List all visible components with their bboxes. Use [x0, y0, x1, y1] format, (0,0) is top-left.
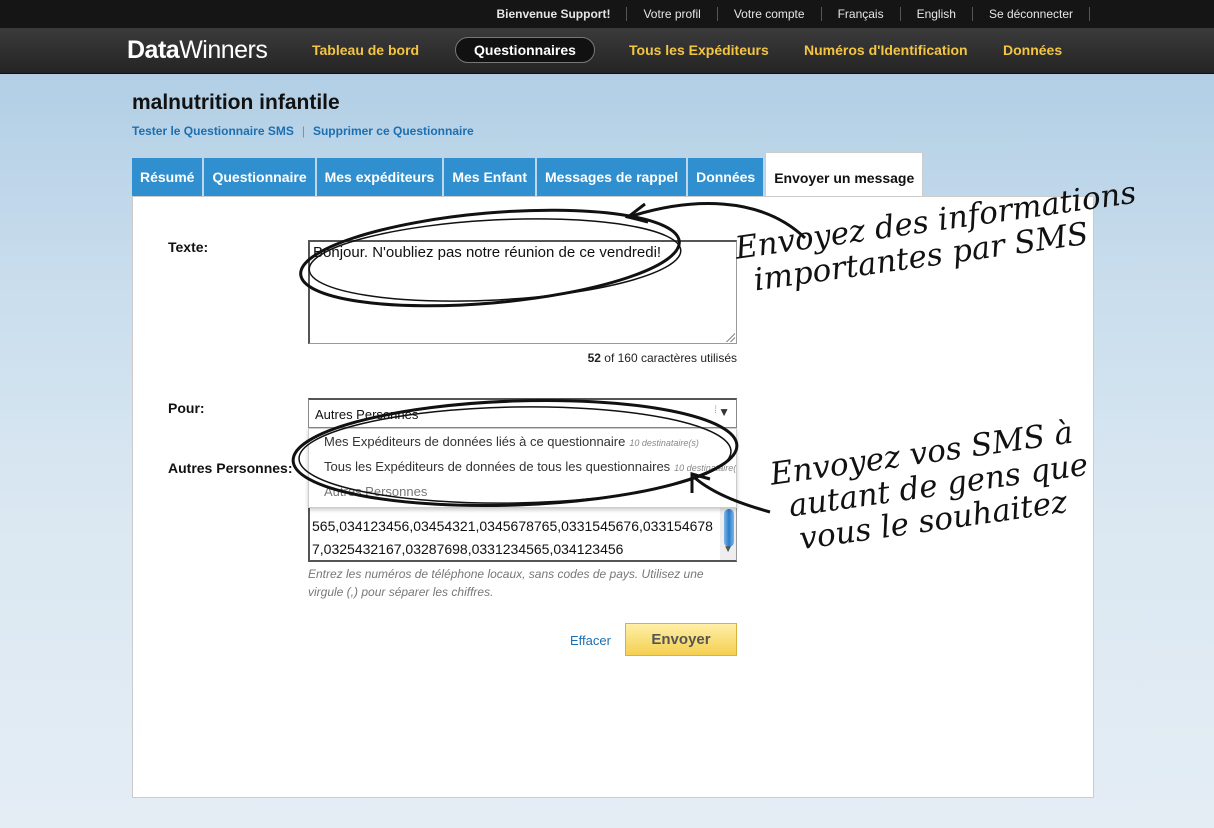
recipient-select[interactable]: Autres Personnes ⁞ ▼ [308, 398, 737, 428]
to-label: Pour: [168, 400, 205, 416]
tab-my-senders[interactable]: Mes expéditeurs [316, 158, 443, 196]
nav-data[interactable]: Données [1003, 37, 1062, 63]
tab-questionnaire[interactable]: Questionnaire [204, 158, 315, 196]
resize-handle[interactable] [725, 332, 735, 342]
nav-questionnaires[interactable]: Questionnaires [455, 37, 595, 63]
main-nav: DataWinners Tableau de bord Questionnair… [0, 28, 1214, 74]
option-all-senders[interactable]: Tous les Expéditeurs de données de tous … [309, 454, 736, 479]
send-button[interactable]: Envoyer [625, 623, 737, 656]
char-counter: 52 of 160 caractères utilisés [588, 351, 737, 365]
nav-all-senders[interactable]: Tous les Expéditeurs [629, 37, 769, 63]
account-link[interactable]: Votre compte [718, 7, 822, 21]
recipient-selected: Autres Personnes [315, 407, 419, 422]
user-links: Bienvenue Support! Votre profil Votre co… [480, 0, 1090, 28]
user-bar: Bienvenue Support! Votre profil Votre co… [0, 0, 1214, 28]
questionnaire-actions: Tester le Questionnaire SMS | Supprimer … [132, 124, 474, 138]
logo[interactable]: DataWinners [127, 36, 268, 65]
link-separator: | [301, 124, 305, 138]
delete-questionnaire-link[interactable]: Supprimer ce Questionnaire [313, 124, 474, 138]
tab-send-message[interactable]: Envoyer un message [765, 152, 924, 196]
logo-light: Winners [179, 36, 268, 64]
option-label: Tous les Expéditeurs de données de tous … [324, 459, 671, 474]
profile-link[interactable]: Votre profil [627, 7, 718, 21]
lang-en-link[interactable]: English [901, 7, 973, 21]
welcome-text: Bienvenue Support! [480, 7, 628, 21]
grip-icon: ⁞ [714, 405, 717, 416]
option-count: 10 destinataire(s) [674, 463, 737, 473]
numbers-hint: Entrez les numéros de téléphone locaux, … [308, 567, 704, 599]
recipient-dropdown: Mes Expéditeurs de données liés à ce que… [308, 428, 737, 508]
nav-id-numbers[interactable]: Numéros d'Identification [804, 37, 968, 63]
logo-bold: Data [127, 36, 180, 64]
others-label: Autres Personnes: [168, 460, 293, 476]
scroll-down-icon[interactable]: ▼ [723, 538, 733, 560]
tab-data[interactable]: Données [688, 158, 764, 196]
char-count-used: 52 [587, 351, 601, 365]
dropdown-arrow-icon[interactable]: ▼ [718, 405, 730, 419]
phone-numbers-field[interactable]: 565,034123456,03454321,0345678765,033154… [308, 506, 737, 562]
tab-reminders[interactable]: Messages de rappel [537, 158, 687, 196]
option-count: 10 destinataire(s) [629, 438, 699, 448]
option-label: Autres Personnes [324, 484, 428, 499]
lang-fr-link[interactable]: Français [822, 7, 901, 21]
option-my-senders[interactable]: Mes Expéditeurs de données liés à ce que… [309, 429, 736, 454]
page-title: malnutrition infantile [132, 91, 340, 114]
logout-link[interactable]: Se déconnecter [973, 7, 1090, 21]
numbers-scrollbar[interactable]: ▼ [720, 507, 736, 560]
test-sms-link[interactable]: Tester le Questionnaire SMS [132, 124, 294, 138]
option-label: Mes Expéditeurs de données liés à ce que… [324, 434, 626, 449]
clear-link[interactable]: Effacer [570, 633, 611, 648]
text-label: Texte: [168, 239, 209, 255]
phone-numbers-text: 565,034123456,03454321,0345678765,033154… [312, 518, 713, 557]
tab-bar: Résumé Questionnaire Mes expéditeurs Mes… [132, 152, 925, 196]
message-textarea[interactable]: Bonjour. N'oubliez pas notre réunion de … [308, 240, 737, 344]
option-others[interactable]: Autres Personnes [309, 479, 736, 504]
tab-summary[interactable]: Résumé [132, 158, 203, 196]
tab-my-children[interactable]: Mes Enfant [444, 158, 536, 196]
message-text: Bonjour. N'oubliez pas notre réunion de … [313, 244, 662, 261]
char-count-rest: of 160 caractères utilisés [604, 351, 737, 365]
nav-dashboard[interactable]: Tableau de bord [312, 37, 419, 63]
